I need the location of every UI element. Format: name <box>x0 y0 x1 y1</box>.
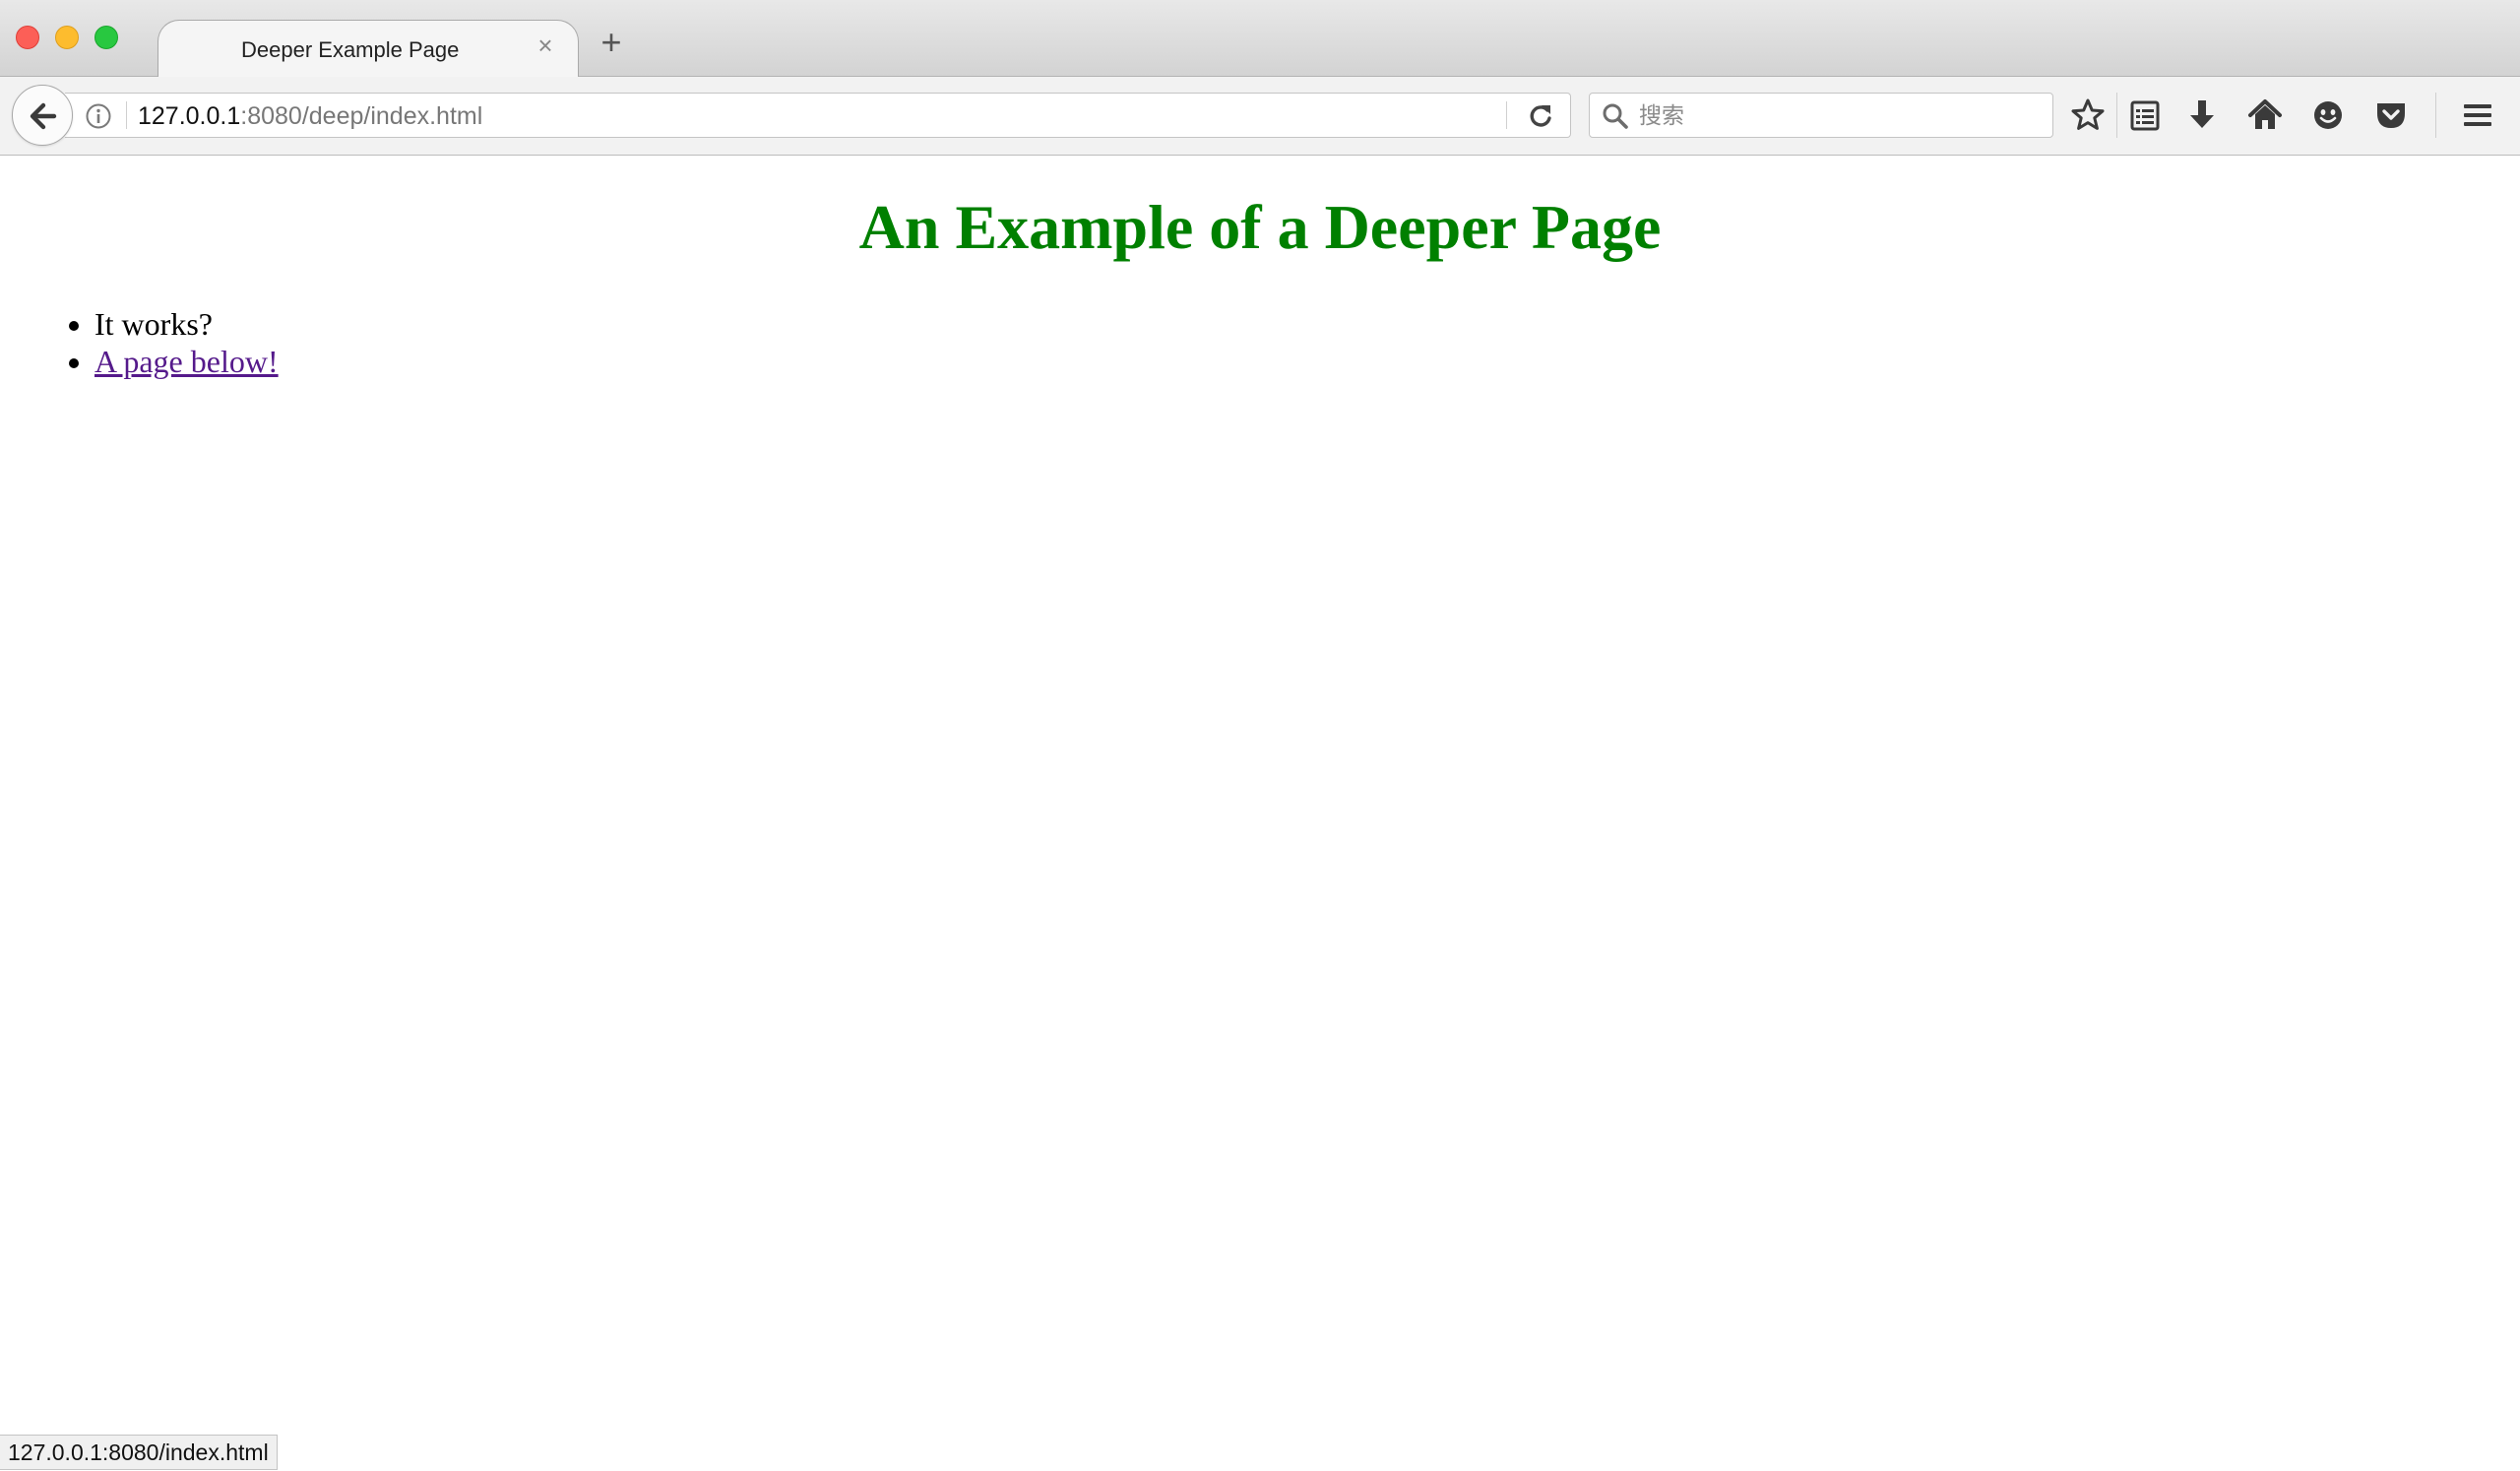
url-bar[interactable]: 127.0.0.1:8080/deep/index.html <box>65 93 1571 138</box>
toolbar-separator <box>2116 93 2117 138</box>
page-below-link[interactable]: A page below! <box>94 344 279 379</box>
back-arrow-icon <box>30 102 57 130</box>
home-icon[interactable] <box>2246 96 2284 134</box>
list-item: It works? <box>94 305 279 343</box>
minimize-window-button[interactable] <box>55 26 79 49</box>
item-list: It works? A page below! <box>47 305 279 380</box>
tab-close-icon[interactable]: × <box>533 32 558 58</box>
navigation-bar: 127.0.0.1:8080/deep/index.html <box>0 77 2520 156</box>
page-content: An Example of a Deeper Page It works? A … <box>0 156 2520 1471</box>
url-separator <box>126 101 127 129</box>
title-bar: Deeper Example Page × + <box>0 0 2520 79</box>
info-icon[interactable] <box>85 102 112 130</box>
toolbar-separator <box>2435 93 2436 138</box>
list-item-text: It works? <box>94 306 213 342</box>
hamburger-menu-icon[interactable] <box>2459 96 2496 134</box>
new-tab-button[interactable]: + <box>595 25 628 60</box>
list-item: A page below! <box>94 343 279 380</box>
search-icon <box>1603 103 1628 129</box>
back-button[interactable] <box>12 85 73 146</box>
tab-active[interactable]: Deeper Example Page × <box>158 20 579 79</box>
status-bar: 127.0.0.1:8080/index.html <box>0 1435 278 1470</box>
smiley-icon[interactable] <box>2309 96 2347 134</box>
url-text[interactable]: 127.0.0.1:8080/deep/index.html <box>138 102 482 131</box>
tab-title: Deeper Example Page <box>241 37 460 62</box>
url-separator <box>1506 101 1507 129</box>
bookmark-star-icon[interactable] <box>2069 96 2107 134</box>
search-input[interactable] <box>1637 99 2035 133</box>
download-icon[interactable] <box>2183 96 2221 134</box>
url-host: 127.0.0.1 <box>138 102 241 130</box>
search-bar[interactable] <box>1589 93 2053 138</box>
page-heading: An Example of a Deeper Page <box>858 192 1662 262</box>
url-path: :8080/deep/index.html <box>240 102 483 130</box>
reading-list-icon[interactable] <box>2126 96 2164 134</box>
pocket-icon[interactable] <box>2372 96 2410 134</box>
reload-icon[interactable] <box>1526 101 1555 131</box>
close-window-button[interactable] <box>16 26 39 49</box>
maximize-window-button[interactable] <box>94 26 118 49</box>
